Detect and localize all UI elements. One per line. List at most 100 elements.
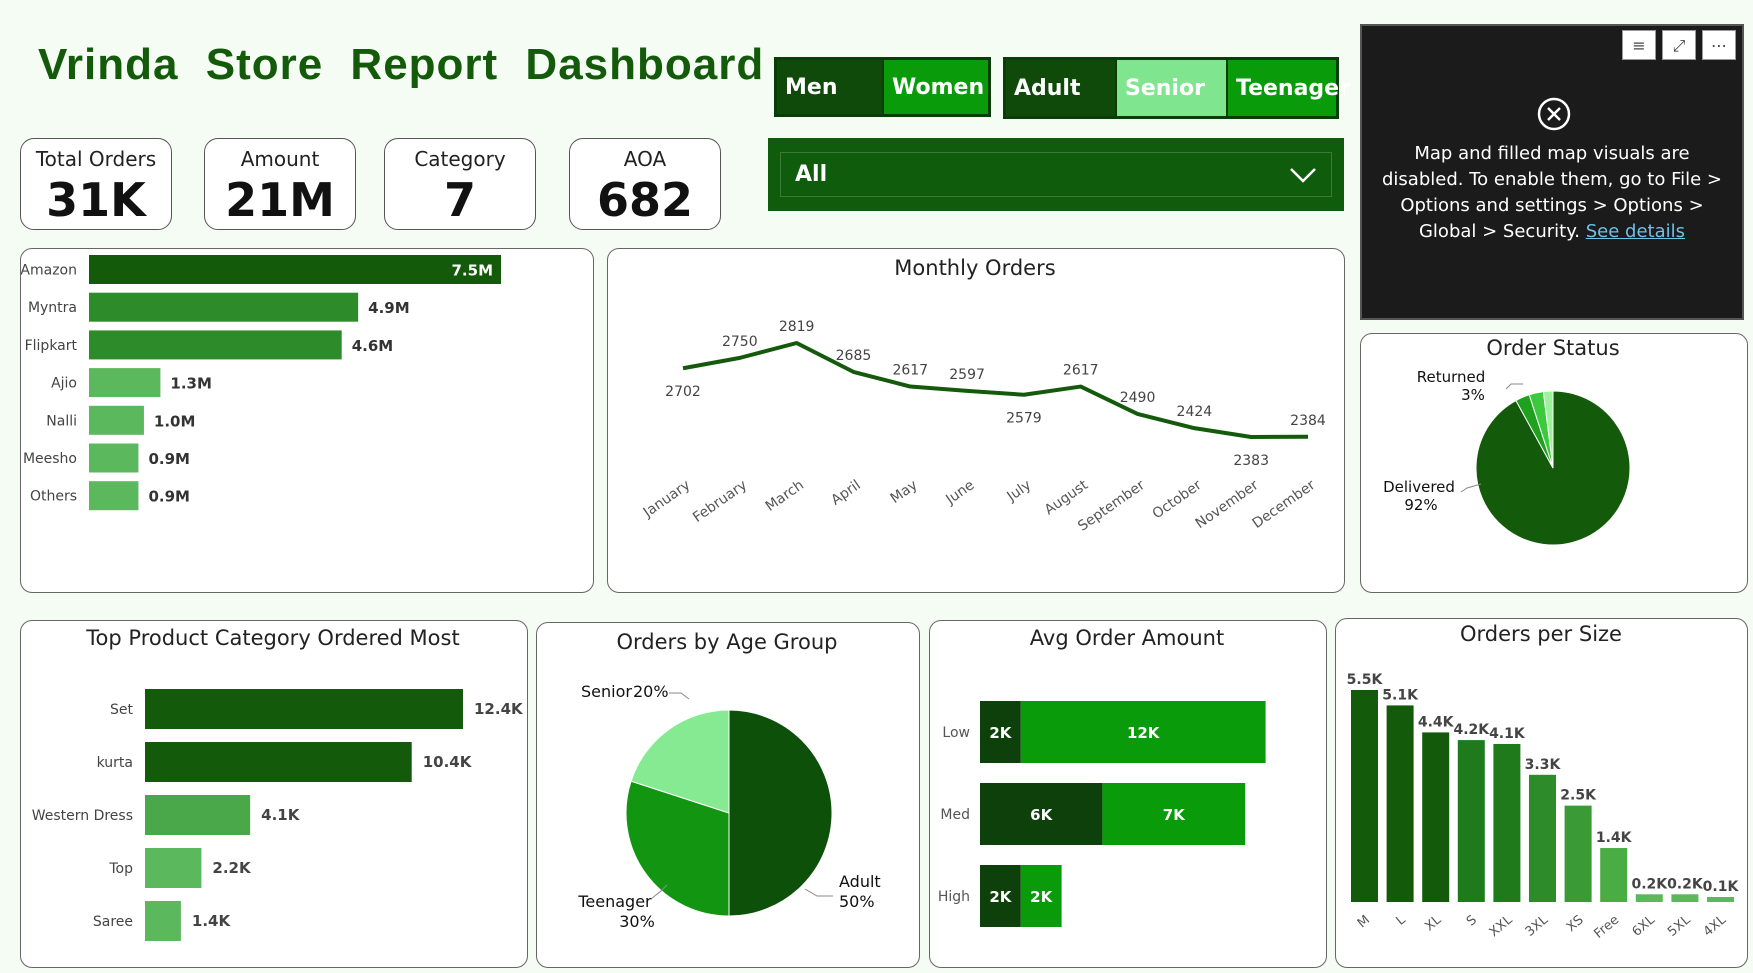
chevron-down-icon	[1290, 167, 1316, 183]
month-tick-label: February	[690, 477, 750, 526]
data-label: 2617	[892, 363, 928, 379]
size-bar	[1635, 894, 1663, 902]
size-bar	[1493, 743, 1521, 902]
category-panel: Top Product Category Ordered Most Set 12.4…	[20, 620, 528, 968]
channel-label: Nalli	[46, 413, 77, 429]
category-label: Western Dress	[32, 808, 133, 824]
data-label: 2617	[1063, 363, 1099, 379]
returned-label: Returned	[1417, 368, 1486, 386]
chart-title: Orders by Age Group	[617, 630, 838, 654]
category-bar	[145, 848, 202, 888]
size-bar	[1564, 805, 1592, 902]
chart-title: Order Status	[1486, 336, 1619, 360]
channel-value-label: 4.6M	[352, 337, 394, 355]
avg-category-label: High	[938, 889, 970, 905]
size-bar	[1386, 705, 1414, 902]
size-value-label: 0.2K	[1631, 876, 1668, 892]
size-tick-label: 6XL	[1630, 912, 1659, 940]
channel-value-label: 0.9M	[148, 488, 190, 506]
filter-dropdown[interactable]: All	[768, 138, 1344, 211]
teenager-percent: 30%	[619, 912, 655, 931]
adult-label: Adult	[839, 872, 881, 891]
data-label: 2490	[1120, 390, 1156, 406]
avg-order-stacked-bar-chart: Avg Order Amount Low 2K 12K Med 6K 7K High 2K 2K	[938, 626, 1266, 927]
data-label: 2384	[1290, 413, 1326, 429]
slicer-teenager-button[interactable]: Teenager	[1228, 60, 1350, 116]
channel-bar	[89, 255, 501, 284]
data-label: 2424	[1177, 404, 1213, 420]
size-tick-label: S	[1464, 913, 1480, 930]
kpi-label: Total Orders	[35, 147, 157, 171]
slicer-women-button[interactable]: Women	[884, 60, 988, 114]
month-tick-label: July	[1004, 477, 1035, 505]
category-value-label: 4.1K	[261, 806, 301, 824]
age-slice	[728, 709, 833, 917]
size-tick-label: 3XL	[1523, 912, 1552, 940]
channel-label: Amazon	[21, 263, 77, 279]
size-value-label: 0.1K	[1703, 879, 1740, 895]
delivered-percent: 92%	[1404, 496, 1437, 514]
gender-slicer: Men Women	[774, 57, 991, 117]
month-tick-label: March	[763, 477, 807, 515]
kpi-total-orders: Total Orders 31K	[20, 138, 172, 230]
leader-line	[1460, 483, 1482, 493]
size-bar-chart: Orders per Size 5.5K M 5.1K L 4.4K XL 4.2K S 4.1K…	[1347, 622, 1740, 942]
size-value-label: 4.1K	[1489, 726, 1526, 742]
size-tick-label: XL	[1422, 912, 1445, 934]
kpi-value: 682	[596, 173, 694, 227]
channel-bar	[89, 443, 139, 473]
size-bar	[1351, 690, 1378, 902]
slicer-adult-button[interactable]: Adult	[1006, 60, 1117, 116]
adult-percent: 50%	[839, 892, 875, 911]
see-details-link[interactable]: See details	[1586, 221, 1685, 242]
month-tick-label: December	[1250, 477, 1319, 532]
slicer-men-button[interactable]: Men	[777, 60, 884, 114]
avg-category-label: Med	[940, 807, 970, 823]
month-tick-label: May	[888, 477, 921, 507]
map-disabled-message: Map and filled map visuals are disabled.…	[1382, 141, 1722, 245]
data-label: 2819	[779, 319, 815, 335]
channel-bar	[89, 481, 139, 511]
avg-segment-label: 6K	[1030, 806, 1053, 824]
monthly-line-chart: Monthly Orders 2702 2750 2819 2685 2617 2597 25…	[640, 256, 1326, 535]
size-value-label: 4.2K	[1453, 722, 1490, 738]
channel-value-label: 4.9M	[368, 299, 410, 317]
teenager-label: Teenager	[577, 892, 652, 911]
kpi-category: Category 7	[384, 138, 536, 230]
size-bar	[1457, 740, 1485, 902]
size-tick-label: XS	[1564, 913, 1587, 936]
channel-label: Ajio	[51, 376, 77, 392]
data-label: 2579	[1006, 411, 1042, 427]
more-options-icon[interactable]: ⋯	[1702, 30, 1736, 60]
channel-value-label: 1.0M	[154, 412, 196, 430]
month-tick-label: August	[1042, 477, 1092, 519]
size-value-label: 5.1K	[1382, 687, 1419, 703]
channel-amount-panel: Amazon 7.5M Myntra 4.9M Flipkart 4.6M Ajio 1.3M…	[20, 248, 594, 593]
size-tick-label: M	[1355, 913, 1373, 932]
channel-bar	[89, 368, 161, 398]
leader-line	[669, 692, 690, 700]
filter-icon[interactable]: ≡	[1622, 30, 1656, 60]
close-circle-icon	[1537, 97, 1571, 131]
month-tick-label: January	[640, 477, 693, 521]
leader-line	[1505, 383, 1523, 390]
size-value-label: 2.5K	[1560, 788, 1597, 804]
kpi-value: 21M	[225, 173, 335, 227]
category-bar	[145, 795, 251, 835]
age-group-pie-chart: Orders by Age Group Adult50% Teenager30% Se…	[577, 630, 881, 931]
returned-percent: 3%	[1461, 386, 1485, 404]
avg-order-panel: Avg Order Amount Low 2K 12K Med 6K 7K High 2K 2K	[929, 620, 1327, 968]
category-label: kurta	[97, 755, 133, 771]
category-bar	[145, 742, 412, 782]
size-value-label: 3.3K	[1525, 757, 1562, 773]
order-status-panel: Order Status Returned 3% Delivered 92%	[1360, 333, 1748, 593]
focus-mode-icon[interactable]: ⤢	[1662, 30, 1696, 60]
channel-label: Meesho	[23, 451, 77, 467]
channel-label: Myntra	[28, 300, 77, 316]
category-label: Saree	[93, 914, 133, 930]
size-bar	[1600, 848, 1628, 902]
order-status-pie-chart: Order StatusReturned3% Delivered92%	[1383, 336, 1631, 546]
dropdown-value: All	[795, 162, 828, 187]
slicer-senior-button[interactable]: Senior	[1117, 60, 1228, 116]
size-value-label: 0.2K	[1667, 876, 1704, 892]
